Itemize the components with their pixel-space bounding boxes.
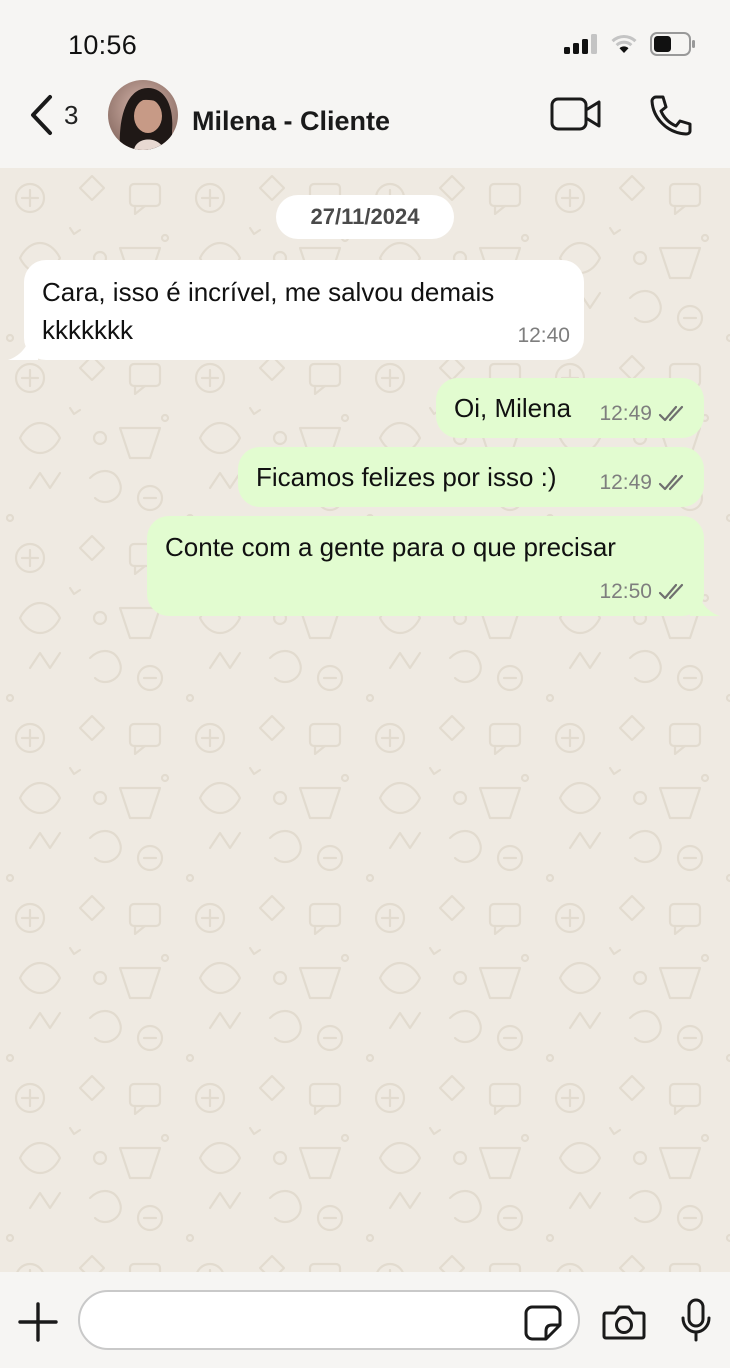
attach-button[interactable] xyxy=(18,1302,58,1347)
message-bubble-outgoing[interactable]: Ficamos felizes por isso :) 12:49 xyxy=(238,447,704,507)
status-bar: 10:56 xyxy=(0,0,730,80)
message-text: Ficamos felizes por isso :) xyxy=(256,462,557,492)
date-chip: 27/11/2024 xyxy=(276,195,454,239)
phone-icon xyxy=(650,95,692,136)
message-text: Conte com a gente para o que precisar xyxy=(165,532,616,562)
cellular-signal-icon xyxy=(564,34,597,54)
bubble-tail-incoming xyxy=(8,338,38,360)
bubble-tail-outgoing xyxy=(690,594,720,616)
input-bar xyxy=(0,1272,730,1368)
chat-header: 3 Milena - Cliente xyxy=(0,80,730,168)
back-button[interactable]: 3 xyxy=(28,94,78,136)
voice-message-button[interactable] xyxy=(680,1298,712,1347)
message-time: 12:49 xyxy=(599,471,652,494)
message-bubble-outgoing[interactable]: Oi, Milena 12:49 xyxy=(436,378,704,438)
voice-call-button[interactable] xyxy=(648,94,692,141)
wifi-icon xyxy=(611,34,637,53)
microphone-icon xyxy=(681,1298,711,1342)
message-time: 12:40 xyxy=(517,324,570,347)
video-camera-icon xyxy=(550,97,601,131)
battery-icon xyxy=(650,32,695,56)
read-ticks-icon xyxy=(658,583,684,599)
camera-icon xyxy=(602,1305,646,1340)
message-meta: 12:50 xyxy=(599,573,688,610)
status-time: 10:56 xyxy=(68,30,138,60)
contact-name[interactable]: Milena - Cliente xyxy=(192,106,390,137)
sticker-button[interactable] xyxy=(524,1305,562,1346)
message-text: Oi, Milena xyxy=(454,393,572,423)
status-icons xyxy=(564,32,696,56)
message-text-line-1: Cara, isso é incrível, me salvou demais xyxy=(42,277,495,307)
message-time: 12:50 xyxy=(599,580,652,603)
message-input[interactable] xyxy=(78,1290,580,1350)
read-ticks-icon xyxy=(658,405,684,421)
camera-button[interactable] xyxy=(602,1304,646,1345)
message-bubble-incoming[interactable]: Cara, isso é incrível, me salvou demais … xyxy=(24,260,584,360)
avatar[interactable] xyxy=(108,80,178,150)
chat-area[interactable]: 27/11/2024 Cara, isso é incrível, me sal… xyxy=(0,168,730,1272)
message-meta: 12:49 xyxy=(599,395,688,432)
message-text-line-2: kkkkkkk xyxy=(42,315,133,345)
video-call-button[interactable] xyxy=(550,96,602,137)
message-time: 12:49 xyxy=(599,402,652,425)
message-bubble-outgoing[interactable]: Conte com a gente para o que precisar 12… xyxy=(147,516,704,616)
chevron-left-icon xyxy=(31,95,52,135)
unread-count: 3 xyxy=(64,99,79,130)
sticker-icon xyxy=(524,1305,562,1341)
read-ticks-icon xyxy=(658,474,684,490)
message-meta: 12:49 xyxy=(599,464,688,501)
plus-icon xyxy=(18,1302,58,1342)
